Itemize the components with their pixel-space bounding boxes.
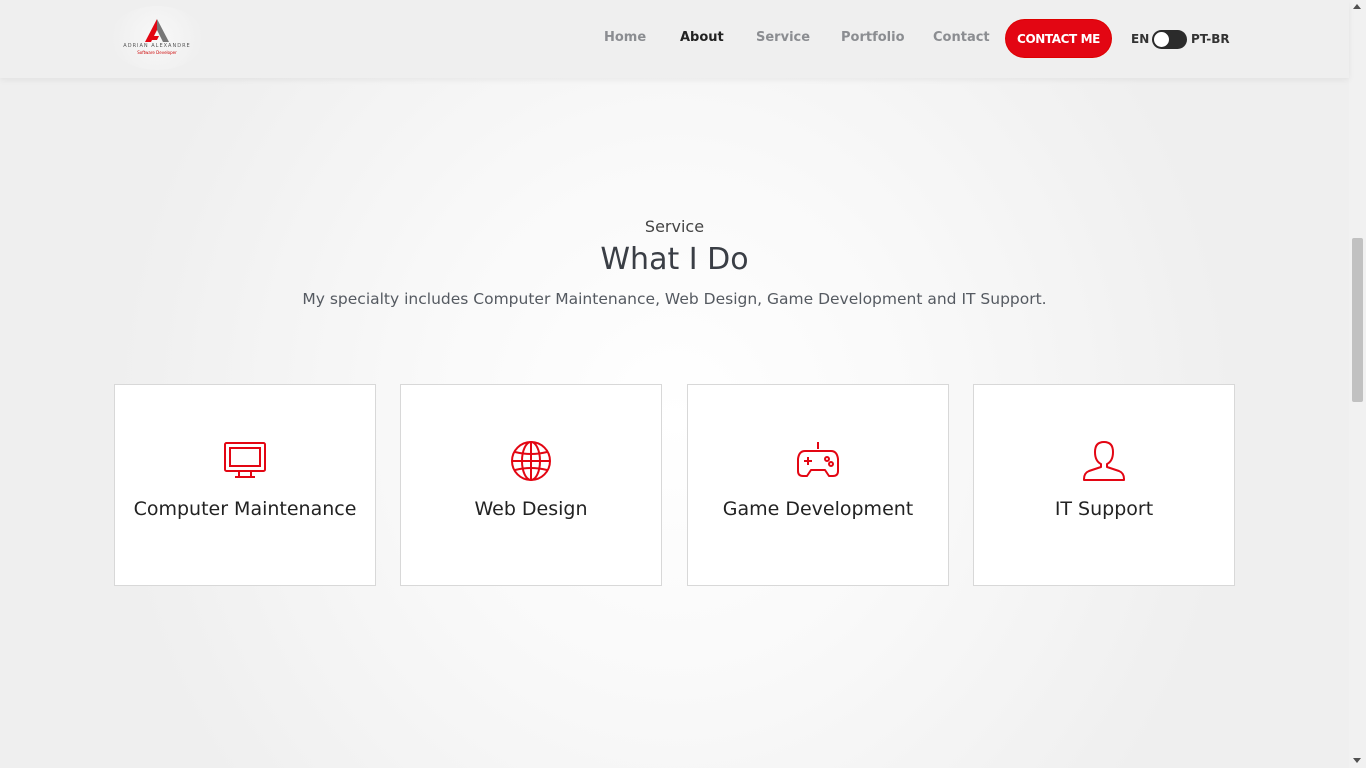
site-logo[interactable]: ADRIAN ALEXANDRE Software Developer bbox=[110, 6, 204, 70]
logo-mark-icon bbox=[145, 19, 169, 42]
logo-tagline: Software Developer bbox=[137, 50, 177, 55]
monitor-icon bbox=[224, 442, 266, 478]
user-icon bbox=[1083, 441, 1125, 481]
scroll-down-icon[interactable] bbox=[1353, 758, 1361, 763]
nav-contact[interactable]: Contact bbox=[933, 30, 990, 45]
section-subtitle: My specialty includes Computer Maintenan… bbox=[302, 290, 1047, 308]
service-card-computer-maintenance[interactable]: Computer Maintenance bbox=[114, 384, 376, 586]
service-card-game-development[interactable]: Game Development bbox=[687, 384, 949, 586]
logo-name: ADRIAN ALEXANDRE bbox=[123, 43, 191, 49]
navbar: ADRIAN ALEXANDRE Software Developer Home… bbox=[0, 0, 1349, 78]
globe-icon bbox=[511, 441, 551, 481]
page-scrollbar[interactable] bbox=[1349, 0, 1366, 768]
toggle-knob bbox=[1154, 32, 1169, 47]
section-eyebrow: Service bbox=[644, 217, 705, 236]
service-card-web-design[interactable]: Web Design bbox=[400, 384, 662, 586]
scroll-up-icon[interactable] bbox=[1353, 4, 1361, 9]
section-title: What I Do bbox=[600, 242, 749, 277]
nav-portfolio[interactable]: Portfolio bbox=[841, 30, 905, 45]
service-label: Game Development bbox=[722, 498, 914, 520]
lang-en-label: EN bbox=[1131, 32, 1150, 46]
language-toggle[interactable] bbox=[1152, 30, 1187, 49]
gamepad-icon bbox=[797, 442, 839, 477]
contact-me-button[interactable]: CONTACT ME bbox=[1006, 20, 1111, 57]
lang-ptbr-label: PT-BR bbox=[1191, 32, 1230, 46]
service-label: IT Support bbox=[1054, 498, 1154, 520]
scroll-thumb[interactable] bbox=[1352, 238, 1363, 402]
service-card-it-support[interactable]: IT Support bbox=[973, 384, 1235, 586]
nav-service[interactable]: Service bbox=[756, 30, 810, 45]
service-label: Web Design bbox=[474, 498, 588, 520]
nav-home[interactable]: Home bbox=[604, 30, 646, 45]
service-label: Computer Maintenance bbox=[133, 498, 357, 520]
nav-about[interactable]: About bbox=[680, 30, 724, 45]
